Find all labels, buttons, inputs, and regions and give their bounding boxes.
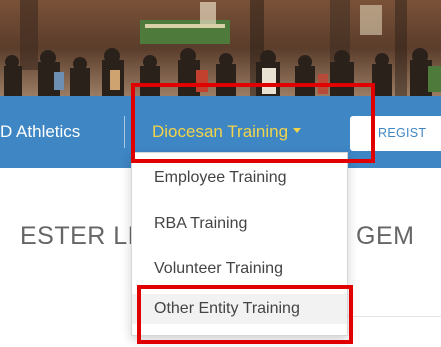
dropdown-item-volunteer-training[interactable]: Volunteer Training (132, 254, 347, 284)
hero-photo (0, 0, 441, 96)
page-heading-right: GEM (356, 222, 415, 250)
highlight-box-other-entity-training (137, 285, 353, 344)
nav-item-athletics[interactable]: D Athletics (0, 96, 80, 168)
dropdown-item-rba-training[interactable]: RBA Training (132, 209, 347, 239)
hero-photo-illustration (0, 0, 441, 96)
dropdown-item-employee-training[interactable]: Employee Training (132, 163, 347, 193)
nav-separator (124, 116, 125, 148)
highlight-box-diocesan-training (131, 83, 375, 163)
page-heading-left: ESTER LE (20, 222, 145, 250)
